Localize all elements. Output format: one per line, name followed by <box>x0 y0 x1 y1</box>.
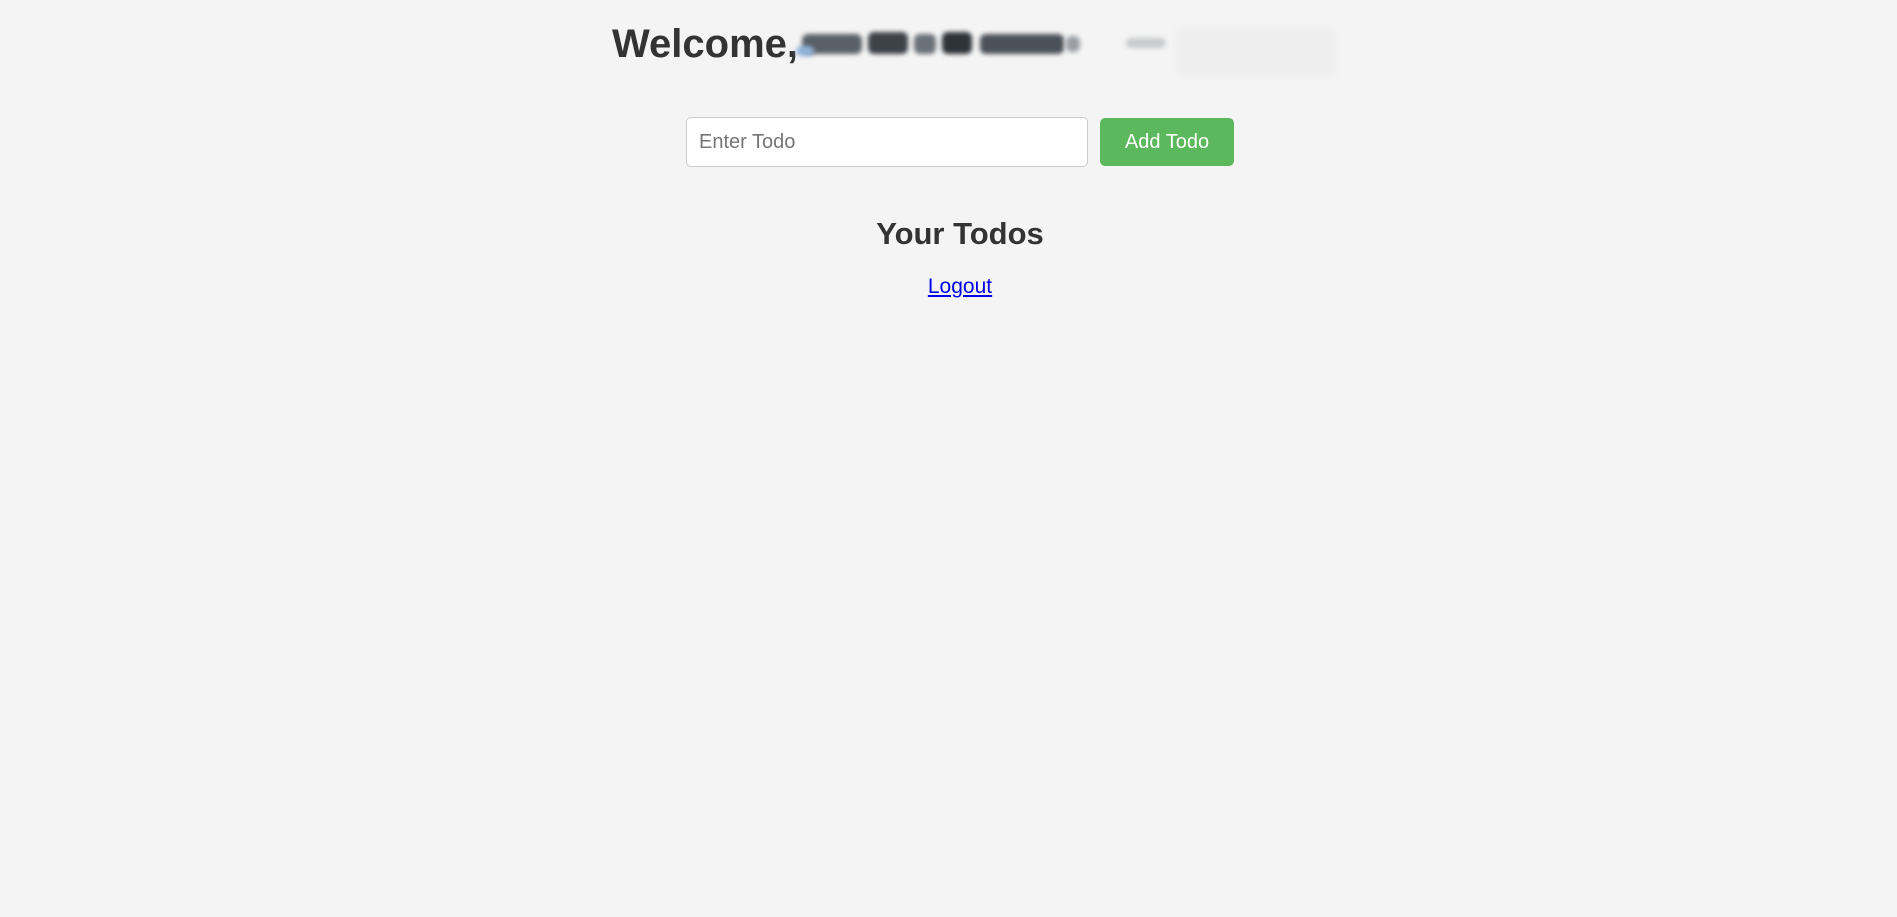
logout-link[interactable]: Logout <box>928 275 992 298</box>
redacted-username <box>796 20 1356 76</box>
logout-container: Logout <box>0 274 1897 300</box>
add-todo-form: Add Todo <box>686 117 1234 167</box>
add-todo-button[interactable]: Add Todo <box>1100 118 1234 166</box>
welcome-title: Welcome, <box>612 22 798 66</box>
todos-heading: Your Todos <box>876 216 1044 251</box>
todo-page: Welcome, Add Todo Your Todos Logout <box>0 0 1897 917</box>
welcome-header: Welcome, <box>612 14 1356 76</box>
todo-input[interactable] <box>686 117 1088 167</box>
